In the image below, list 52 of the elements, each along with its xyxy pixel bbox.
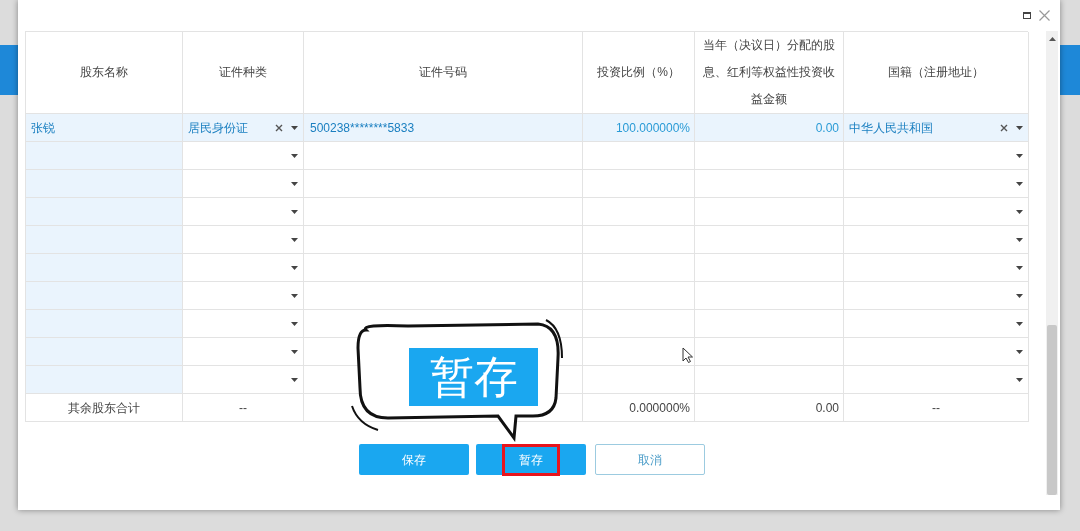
caret-icon[interactable]	[291, 153, 298, 158]
caret-icon[interactable]	[1016, 293, 1023, 298]
column-header: 证件种类	[219, 64, 267, 81]
primary-button[interactable]: 暂存	[476, 444, 586, 475]
caret-icon[interactable]	[291, 349, 298, 354]
caret-icon[interactable]	[291, 265, 298, 270]
close-icon[interactable]	[1039, 10, 1050, 21]
caret-icon[interactable]	[1016, 125, 1023, 130]
table-cell-text: 500238********5833	[310, 119, 415, 137]
table-cell-text: --	[932, 399, 940, 417]
table-cell-text: 张锐	[31, 119, 55, 137]
header-band	[1060, 45, 1080, 95]
mouse-cursor-icon	[682, 347, 693, 363]
clear-icon[interactable]	[1000, 123, 1008, 132]
scrollbar[interactable]	[1046, 31, 1058, 495]
table-cell-text: 0.00	[815, 119, 839, 137]
caret-icon[interactable]	[1016, 349, 1023, 354]
caret-icon[interactable]	[1016, 237, 1023, 242]
maximize-icon[interactable]	[1023, 12, 1031, 19]
clear-icon[interactable]	[275, 123, 283, 132]
column-header: 投资比例（%）	[597, 64, 680, 81]
table-cell-text: --	[239, 399, 247, 417]
table-cell-text: 100.000000%	[615, 119, 690, 137]
table-cell-text: 0.00	[815, 399, 839, 417]
caret-icon[interactable]	[1016, 321, 1023, 326]
callout-label: 暂存	[409, 348, 538, 406]
column-header: 国籍（注册地址）	[888, 64, 984, 81]
caret-icon[interactable]	[291, 377, 298, 382]
column-header: 证件号码	[419, 64, 467, 81]
primary-button[interactable]: 保存	[359, 444, 469, 475]
caret-icon[interactable]	[291, 209, 298, 214]
caret-icon[interactable]	[1016, 153, 1023, 158]
caret-icon[interactable]	[1016, 265, 1023, 270]
caret-icon[interactable]	[1016, 209, 1023, 214]
scroll-up-icon[interactable]	[1048, 37, 1056, 41]
table-row[interactable]: 张锐 居民身份证 500238********5833 100.000000% 0.00 中华人民共和国	[25, 114, 1028, 142]
table-row[interactable]	[25, 310, 1028, 338]
caret-icon[interactable]	[1016, 181, 1023, 186]
header-band	[0, 45, 18, 95]
caret-icon[interactable]	[291, 293, 298, 298]
caret-icon[interactable]	[291, 125, 298, 130]
summary-label: 其余股东合计	[68, 399, 140, 417]
cancel-button[interactable]: 取消	[595, 444, 705, 475]
caret-icon[interactable]	[1016, 377, 1023, 382]
caret-icon[interactable]	[291, 181, 298, 186]
select-field[interactable]: 居民身份证	[183, 114, 303, 141]
table-cell-text: 0.000000%	[629, 399, 690, 417]
column-header: 股东名称	[80, 64, 128, 81]
select-field[interactable]: 中华人民共和国	[844, 114, 1028, 141]
column-header: 当年（决议日）分配的股息、红利等权益性投资收益金额	[703, 37, 835, 108]
caret-icon[interactable]	[291, 237, 298, 242]
caret-icon[interactable]	[291, 321, 298, 326]
